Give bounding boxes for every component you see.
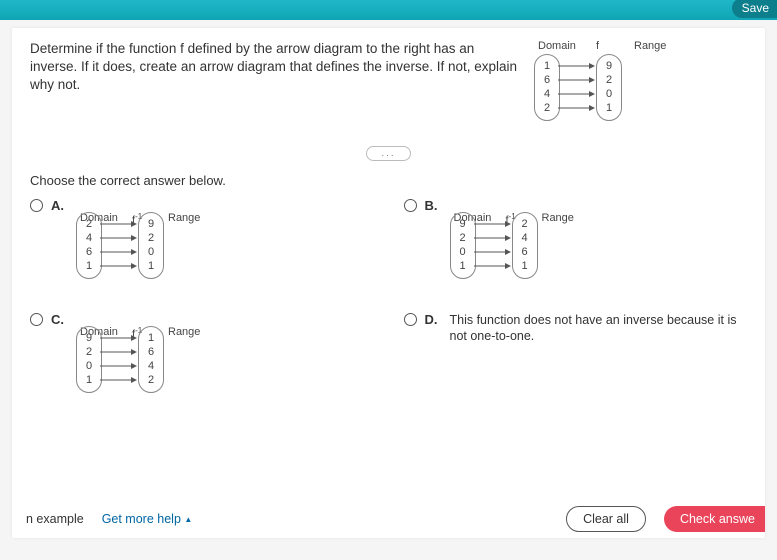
question-diagram: Domain f Range 1 6 4 2 9 2 0 1 xyxy=(534,40,684,130)
choice-b-letter: B. xyxy=(425,198,438,213)
save-button[interactable]: Save xyxy=(732,0,777,18)
clear-all-button[interactable]: Clear all xyxy=(566,506,646,532)
separator-pill[interactable]: ... xyxy=(366,146,410,161)
caret-up-icon: ▲ xyxy=(184,515,192,524)
v: 2 xyxy=(459,233,465,244)
choice-d[interactable]: D. This function does not have an invers… xyxy=(404,312,748,408)
range-oval: 2 4 6 1 xyxy=(512,212,538,279)
domain-oval: 9 2 0 1 xyxy=(450,212,476,279)
range-oval: 1642 xyxy=(138,326,164,393)
domain-val: 1 xyxy=(544,61,550,72)
v: 1 xyxy=(521,261,527,272)
v: 2 xyxy=(86,347,92,358)
v: 2 xyxy=(148,375,154,386)
domain-val: 2 xyxy=(544,103,550,114)
radio-b[interactable] xyxy=(404,199,417,212)
radio-d[interactable] xyxy=(404,313,417,326)
v: 9 xyxy=(86,333,92,344)
choice-d-text: This function does not have an inverse b… xyxy=(450,312,748,345)
v: 1 xyxy=(148,333,154,344)
example-link[interactable]: n example xyxy=(26,512,84,526)
separator: ... xyxy=(30,146,747,161)
choice-b[interactable]: B. Domain f-1 Range 9201 2461 xyxy=(404,198,748,294)
check-answer-button[interactable]: Check answe xyxy=(664,506,765,532)
choice-c[interactable]: C. Domain f-1 Range 9201 1642 xyxy=(30,312,374,408)
choice-a-letter: A. xyxy=(51,198,64,213)
v: 2 xyxy=(148,233,154,244)
v: 6 xyxy=(521,247,527,258)
instruction-text: Choose the correct answer below. xyxy=(30,173,747,188)
help-link[interactable]: Get more help ▲ xyxy=(102,512,193,526)
range-val: 0 xyxy=(606,89,612,100)
top-bar: Save xyxy=(0,0,777,20)
v: 1 xyxy=(86,261,92,272)
domain-val: 4 xyxy=(544,89,550,100)
choice-c-letter: C. xyxy=(51,312,64,327)
domain-oval: 1 6 4 2 xyxy=(534,54,560,121)
v: 2 xyxy=(521,219,527,230)
v: 0 xyxy=(148,247,154,258)
v: 6 xyxy=(86,247,92,258)
v: 0 xyxy=(86,361,92,372)
range-oval: 9 2 0 1 xyxy=(596,54,622,121)
domain-label: Domain xyxy=(538,40,576,52)
range-oval: 9 2 0 1 xyxy=(138,212,164,279)
v: 9 xyxy=(148,219,154,230)
radio-a[interactable] xyxy=(30,199,43,212)
v: 9 xyxy=(459,219,465,230)
domain-val: 6 xyxy=(544,75,550,86)
f-label: f xyxy=(596,40,599,52)
question-card: Determine if the function f defined by t… xyxy=(12,28,765,538)
v: 4 xyxy=(521,233,527,244)
footer: n example Get more help ▲ Clear all Chec… xyxy=(12,506,765,532)
range-label: Range xyxy=(634,40,666,52)
question-text: Determine if the function f defined by t… xyxy=(30,40,520,95)
range-val: 2 xyxy=(606,75,612,86)
v: 1 xyxy=(86,375,92,386)
domain-oval: 9 2 0 1 xyxy=(76,326,102,393)
choice-a[interactable]: A. Domain f-1 Range 2461 9201 xyxy=(30,198,374,294)
domain-oval: 2 4 6 1 xyxy=(76,212,102,279)
v: 1 xyxy=(459,261,465,272)
v: 1 xyxy=(148,261,154,272)
v: 6 xyxy=(148,347,154,358)
v: 0 xyxy=(459,247,465,258)
range-val: 1 xyxy=(606,103,612,114)
radio-c[interactable] xyxy=(30,313,43,326)
choice-d-letter: D. xyxy=(425,312,438,327)
range-val: 9 xyxy=(606,61,612,72)
v: 4 xyxy=(148,361,154,372)
choices-grid: A. Domain f-1 Range 2461 9201 xyxy=(30,198,747,408)
v: 4 xyxy=(86,233,92,244)
v: 2 xyxy=(86,219,92,230)
